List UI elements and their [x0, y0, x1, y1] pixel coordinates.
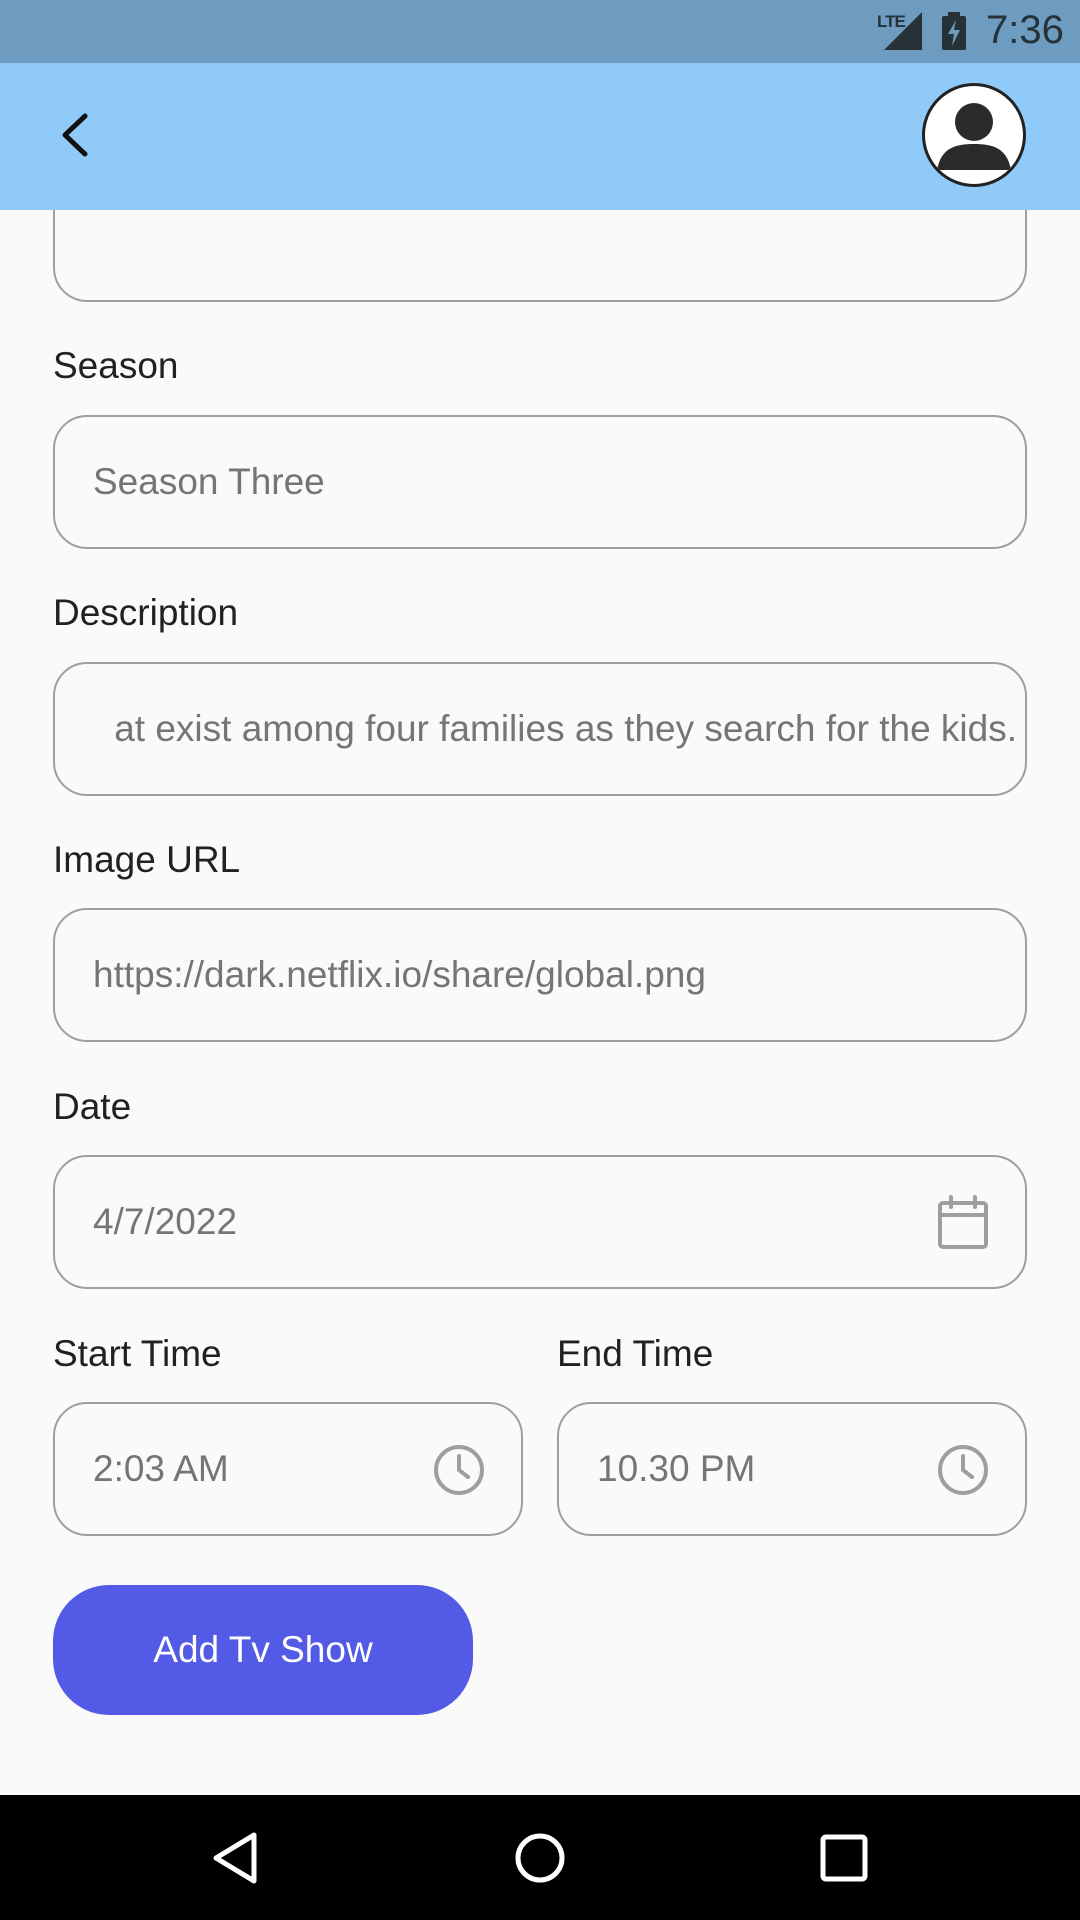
- nav-home-icon[interactable]: [511, 1829, 569, 1887]
- back-button[interactable]: [40, 95, 110, 175]
- add-tv-show-button[interactable]: Add Tv Show: [53, 1585, 473, 1715]
- status-bar: LTE 7:36: [0, 0, 1080, 63]
- date-value: 4/7/2022: [93, 1201, 238, 1242]
- image-url-value: https://dark.netflix.io/share/global.png: [93, 954, 706, 995]
- image-url-input[interactable]: https://dark.netflix.io/share/global.png: [53, 908, 1027, 1042]
- end-time-label: End Time: [557, 1333, 714, 1374]
- end-time-value: 10.30 PM: [597, 1448, 756, 1489]
- system-nav-bar: [0, 1795, 1080, 1920]
- app-bar: [0, 63, 1080, 210]
- date-input[interactable]: 4/7/2022: [53, 1155, 1027, 1289]
- clock-icon[interactable]: [431, 1442, 487, 1498]
- clock-icon[interactable]: [935, 1442, 991, 1498]
- previous-field-bottom[interactable]: [53, 210, 1027, 302]
- nav-recents-icon[interactable]: [815, 1829, 873, 1887]
- nav-back-icon[interactable]: [206, 1829, 264, 1887]
- season-input[interactable]: Season Three: [53, 415, 1027, 549]
- start-time-label: Start Time: [53, 1333, 222, 1374]
- avatar[interactable]: [922, 83, 1026, 187]
- network-type: LTE: [877, 12, 906, 31]
- start-time-value: 2:03 AM: [93, 1448, 229, 1489]
- date-label: Date: [53, 1086, 132, 1127]
- end-time-input[interactable]: 10.30 PM: [557, 1402, 1027, 1536]
- season-label: Season: [53, 345, 179, 386]
- description-label: Description: [53, 592, 239, 633]
- chevron-left-icon: [62, 113, 88, 157]
- calendar-icon[interactable]: [935, 1195, 991, 1251]
- account-circle-icon: [937, 103, 1011, 170]
- description-value: at exist among four families as they sea…: [114, 708, 1017, 749]
- season-value: Season Three: [93, 461, 325, 502]
- start-time-input[interactable]: 2:03 AM: [53, 1402, 523, 1536]
- image-url-label: Image URL: [53, 839, 241, 880]
- battery-charging-icon: [942, 12, 966, 50]
- clock: 7:36: [986, 8, 1064, 52]
- description-input[interactable]: at exist among four families as they sea…: [53, 662, 1027, 796]
